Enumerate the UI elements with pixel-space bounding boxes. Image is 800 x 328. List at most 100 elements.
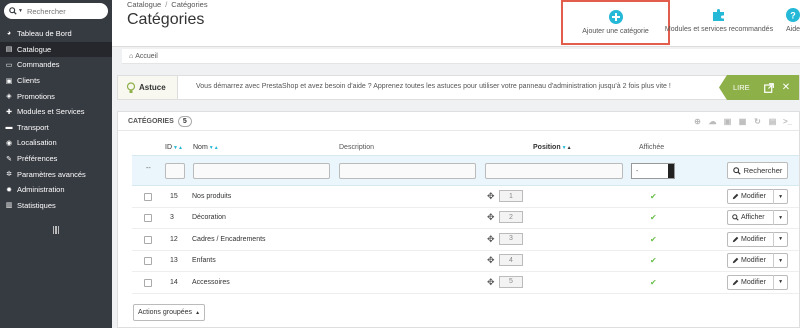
tip-label: Astuce	[139, 83, 166, 92]
sort-icon[interactable]: ▼▲	[173, 145, 183, 151]
sidebar-item-label: Administration	[17, 185, 65, 195]
database-icon[interactable]: ▤	[767, 116, 778, 127]
refresh-icon[interactable]: ↻	[752, 116, 763, 127]
sidebar-item-credit-card[interactable]: ▭ Commandes	[0, 57, 112, 73]
filter-id-input[interactable]	[165, 163, 185, 179]
search-button[interactable]: Rechercher	[727, 162, 788, 179]
row-checkbox[interactable]	[144, 214, 152, 223]
sidebar-item-label: Préférences	[17, 154, 58, 164]
table-row[interactable]: 12 Cadres / Encadrements ✥ 3 ✔ Modifier ▼	[132, 230, 799, 251]
row-action-label[interactable]: Modifier	[728, 257, 773, 264]
caret-down-icon[interactable]: ▼	[773, 210, 787, 226]
row-position: 3	[499, 232, 523, 245]
row-action-button[interactable]: Modifier ▼	[727, 253, 788, 269]
row-checkbox[interactable]	[144, 235, 152, 244]
sidebar-item-user[interactable]: ▣ Clients	[0, 73, 112, 89]
column-header-id[interactable]: ID▼▲	[165, 144, 183, 151]
filter-position-input[interactable]	[485, 163, 623, 179]
column-header-name[interactable]: Nom▼▲	[193, 144, 219, 151]
filter-name-input[interactable]	[193, 163, 330, 179]
check-icon[interactable]: ✔	[650, 256, 657, 265]
table-row[interactable]: 3 Décoration ✥ 2 ✔ Afficher ▼	[132, 208, 799, 230]
caret-down-icon[interactable]: ▼	[773, 231, 787, 247]
sort-icon[interactable]: ▼▲	[562, 145, 572, 151]
row-checkbox[interactable]	[144, 278, 152, 287]
check-icon[interactable]: ✔	[650, 213, 657, 222]
add-icon[interactable]: ⊕	[692, 116, 703, 127]
row-action-label[interactable]: Modifier	[728, 279, 773, 286]
sidebar-item-megaphone[interactable]: ◈ Promotions	[0, 88, 112, 104]
sidebar-item-globe[interactable]: ◉ Localisation	[0, 135, 112, 151]
recommended-modules-button[interactable]: Modules et services recommandés	[660, 8, 778, 44]
filter-description-input[interactable]	[339, 163, 476, 179]
row-name: Accessoires	[192, 278, 230, 286]
sidebar-item-dashboard[interactable]: ◕ Tableau de Bord	[0, 26, 112, 42]
drag-handle-icon[interactable]: ✥	[487, 277, 495, 288]
sidebar-item-bar-chart[interactable]: ▥ Statistiques	[0, 198, 112, 214]
row-checkbox[interactable]	[144, 193, 152, 201]
breadcrumb-item-catalogue[interactable]: Catalogue	[127, 0, 161, 9]
dashboard-icon: ◕	[6, 30, 12, 38]
row-action-button[interactable]: Modifier ▼	[727, 274, 788, 290]
panel-toolbar: ⊕ ☁ ▣ ▦ ↻ ▤ >_	[692, 116, 793, 127]
caret-down-icon[interactable]: ▼	[773, 253, 787, 269]
search-input[interactable]	[26, 4, 99, 18]
add-category-button[interactable]: Ajouter une catégorie	[561, 0, 670, 45]
sql-query-icon[interactable]: ▦	[737, 116, 748, 127]
home-link[interactable]: Accueil	[135, 53, 158, 60]
row-action-label[interactable]: Modifier	[728, 236, 773, 243]
drag-handle-icon[interactable]: ✥	[487, 212, 495, 223]
panel-title: CATÉGORIES	[128, 117, 174, 125]
terminal-icon[interactable]: >_	[782, 116, 793, 127]
caret-down-icon[interactable]: ▼	[773, 274, 787, 290]
collapse-sidebar-icon[interactable]	[53, 226, 59, 234]
sidebar-item-puzzle[interactable]: ✚ Modules et Services	[0, 104, 112, 120]
bar-chart-icon: ▥	[5, 202, 13, 210]
external-link-icon	[763, 82, 774, 93]
check-icon[interactable]: ✔	[650, 192, 657, 201]
sidebar-item-wrench[interactable]: ✎ Préférences	[0, 151, 112, 167]
pencil-icon	[732, 257, 741, 264]
row-action-button[interactable]: Modifier ▼	[727, 189, 788, 204]
column-header-position[interactable]: Position▼▲	[533, 144, 572, 151]
bulk-actions-button[interactable]: Actions groupées ▲	[133, 304, 205, 321]
drag-handle-icon[interactable]: ✥	[487, 191, 495, 202]
row-id: 3	[170, 214, 174, 222]
caret-down-icon[interactable]: ▼	[773, 189, 787, 204]
read-tip-button[interactable]: LIRE ✕	[719, 75, 799, 100]
cloud-upload-icon[interactable]: ☁	[707, 116, 718, 127]
export-icon[interactable]: ▣	[722, 116, 733, 127]
sidebar-item-cogs[interactable]: ✲ Paramètres avancés	[0, 166, 112, 182]
chevron-down-icon[interactable]: ▼	[18, 8, 23, 14]
sidebar-nav: ◕ Tableau de Bord ▤ Catalogue ▭ Commandes ▣ Cli…	[0, 26, 112, 213]
sidebar-item-truck[interactable]: ▬ Transport	[0, 120, 112, 136]
sidebar-item-gear[interactable]: ✹ Administration	[0, 182, 112, 198]
row-checkbox[interactable]	[144, 257, 152, 266]
row-action-button[interactable]: Afficher ▼	[727, 210, 788, 226]
row-action-label[interactable]: Modifier	[728, 193, 773, 200]
close-icon[interactable]: ✕	[782, 82, 790, 93]
table-row[interactable]: 13 Enfants ✥ 4 ✔ Modifier ▼	[132, 251, 799, 273]
check-icon[interactable]: ✔	[650, 278, 657, 287]
table-row[interactable]: 15 Nos produits ✥ 1 ✔ Modifier ▼	[132, 187, 799, 208]
check-icon[interactable]: ✔	[650, 235, 657, 244]
row-action-label[interactable]: Afficher	[728, 214, 773, 221]
sidebar-item-label: Statistiques	[17, 200, 56, 210]
row-name: Nos produits	[192, 193, 232, 200]
search-button-label: Rechercher	[743, 166, 783, 175]
svg-text:?: ?	[790, 11, 796, 21]
sidebar-item-label: Localisation	[17, 138, 57, 148]
sidebar-item-label: Modules et Services	[17, 107, 85, 117]
sidebar-item-book[interactable]: ▤ Catalogue	[0, 41, 112, 58]
drag-handle-icon[interactable]: ✥	[487, 234, 495, 245]
megaphone-icon: ◈	[6, 93, 12, 101]
drag-handle-icon[interactable]: ✥	[487, 255, 495, 266]
home-breadcrumb-bar: ⌂ Accueil	[122, 49, 800, 64]
breadcrumb-separator: /	[165, 0, 168, 9]
row-action-button[interactable]: Modifier ▼	[727, 231, 788, 247]
help-button[interactable]: ? Aide	[779, 8, 800, 44]
sort-icon[interactable]: ▼▲	[209, 145, 219, 151]
filter-displayed-select[interactable]: -	[631, 163, 675, 179]
pencil-icon	[732, 193, 741, 200]
table-row[interactable]: 14 Accessoires ✥ 5 ✔ Modifier ▼	[132, 273, 799, 294]
